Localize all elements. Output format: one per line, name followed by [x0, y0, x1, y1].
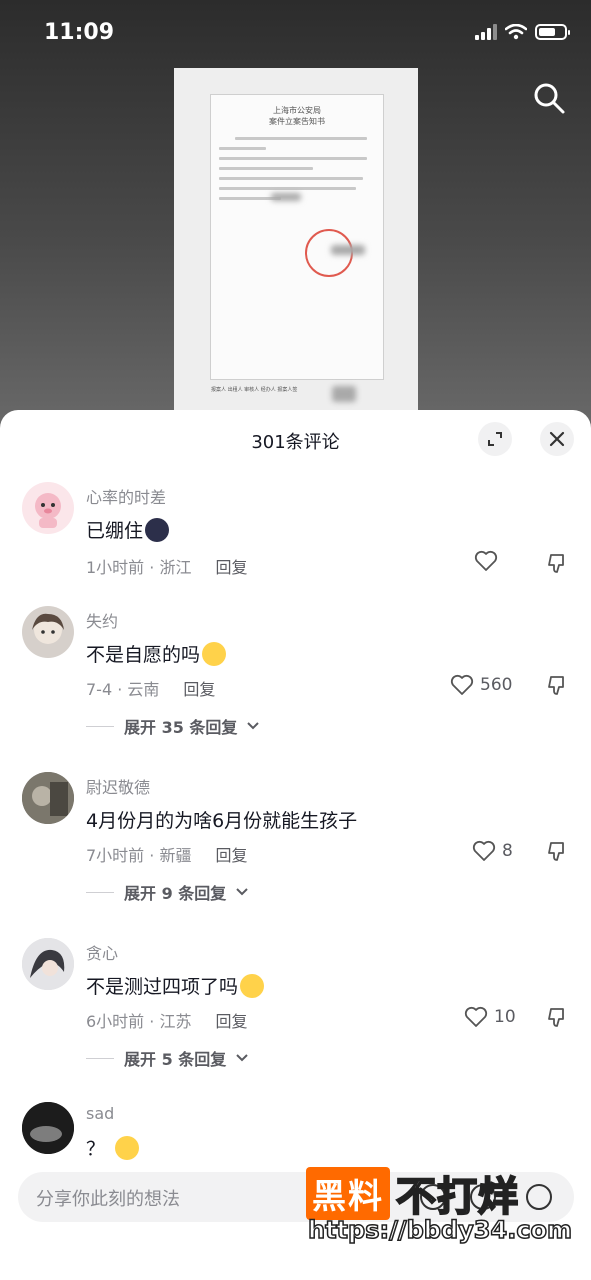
comment-meta: 6小时前 · 江苏 回复: [86, 1008, 247, 1032]
expand-replies-button[interactable]: 展开 35 条回复: [86, 714, 260, 738]
comment-text: ？: [86, 1134, 140, 1161]
watermark-text: 不打烊: [395, 1173, 519, 1221]
comment-time-location: 7小时前 · 新疆: [86, 846, 192, 865]
like-count: 560: [480, 675, 513, 695]
comment-time-location: 7-4 · 云南: [86, 680, 160, 699]
close-button[interactable]: [540, 422, 574, 456]
chevron-down-icon: [236, 1054, 248, 1062]
avatar[interactable]: [22, 772, 74, 824]
status-icons: [475, 24, 570, 40]
document-page: 上海市公安局 案件立案告知书 报案人 出租人 审核人 经办人 报案人签: [210, 94, 384, 393]
like-count: 8: [502, 841, 513, 861]
avatar[interactable]: [22, 938, 74, 990]
comment-text: 4月份月的为啥6月份就能生孩子: [86, 810, 358, 832]
document-footer: 报案人 出租人 审核人 经办人 报案人签: [211, 387, 298, 393]
watermark-box: 黑料: [306, 1166, 390, 1220]
comment-text: 不是测过四项了吗: [86, 972, 265, 999]
expand-replies-button[interactable]: 展开 5 条回复: [86, 1046, 248, 1070]
heart-icon: [472, 840, 496, 861]
document-title-1: 上海市公安局: [273, 106, 321, 115]
heart-icon: [464, 1006, 488, 1027]
battery-icon: [535, 24, 570, 40]
comment-username[interactable]: 失约: [86, 608, 118, 632]
crying-laugh-emoji-icon: [240, 973, 265, 998]
dislike-icon[interactable]: [545, 1006, 569, 1030]
dislike-icon[interactable]: [545, 552, 569, 576]
expand-sheet-button[interactable]: [478, 422, 512, 456]
signal-icon: [475, 24, 497, 40]
close-icon: [549, 431, 565, 447]
comment-input-placeholder: 分享你此刻的想法: [36, 1189, 180, 1210]
like-button[interactable]: 10: [464, 1006, 516, 1028]
emoji-icon: [145, 517, 170, 542]
watermark-url: https://bbdy34.com: [307, 1215, 573, 1245]
reply-button[interactable]: 回复: [215, 842, 247, 866]
comment-time-location: 1小时前 · 浙江: [86, 558, 192, 577]
comment-username[interactable]: 贪心: [86, 940, 118, 964]
comment-meta: 7-4 · 云南 回复: [86, 676, 215, 700]
comment-meta: 1小时前 · 浙江 回复: [86, 554, 247, 578]
like-button[interactable]: 8: [472, 840, 513, 862]
like-button[interactable]: 560: [450, 674, 512, 696]
comment-username[interactable]: 尉迟敬德: [86, 774, 150, 798]
reply-button[interactable]: 回复: [215, 1008, 247, 1032]
comment-text: 不是自愿的吗: [86, 640, 227, 667]
heart-icon: [450, 674, 474, 695]
status-bar: 11:09: [0, 0, 591, 70]
reply-button[interactable]: 回复: [183, 676, 215, 700]
laughing-emoji-icon: [115, 1135, 140, 1160]
search-icon[interactable]: [531, 80, 567, 116]
heart-icon: [474, 550, 498, 571]
dislike-icon[interactable]: [545, 840, 569, 864]
avatar[interactable]: [22, 482, 74, 534]
comment-meta: 7小时前 · 新疆 回复: [86, 842, 247, 866]
comment-time-location: 6小时前 · 江苏: [86, 1012, 192, 1031]
dislike-icon[interactable]: [545, 674, 569, 698]
like-count: 10: [494, 1007, 516, 1027]
chevron-down-icon: [236, 888, 248, 896]
document-image: 上海市公安局 案件立案告知书 报案人 出租人 审核人 经办人 报案人签: [174, 68, 418, 418]
comment-text: 已绷住: [86, 516, 170, 543]
like-button[interactable]: [474, 550, 504, 572]
avatar[interactable]: [22, 606, 74, 658]
emoji-picker-icon[interactable]: [526, 1184, 552, 1210]
reply-button[interactable]: 回复: [215, 554, 247, 578]
video-area[interactable]: 11:09 上海市公安局 案件立案告知书 报案人 出租人 审核人 经办人 报案人…: [0, 0, 591, 440]
comment-username[interactable]: 心率的时差: [86, 484, 166, 508]
chevron-down-icon: [247, 722, 260, 730]
expand-icon: [488, 432, 502, 446]
status-time: 11:09: [44, 20, 115, 45]
document-title-2: 案件立案告知书: [269, 117, 325, 126]
watermark-logo: 黑料 不打烊: [306, 1164, 519, 1222]
wifi-icon: [505, 24, 527, 40]
avatar[interactable]: [22, 1102, 74, 1154]
crying-laugh-emoji-icon: [202, 641, 227, 666]
comment-username[interactable]: sad: [86, 1104, 114, 1123]
expand-replies-button[interactable]: 展开 9 条回复: [86, 880, 248, 904]
